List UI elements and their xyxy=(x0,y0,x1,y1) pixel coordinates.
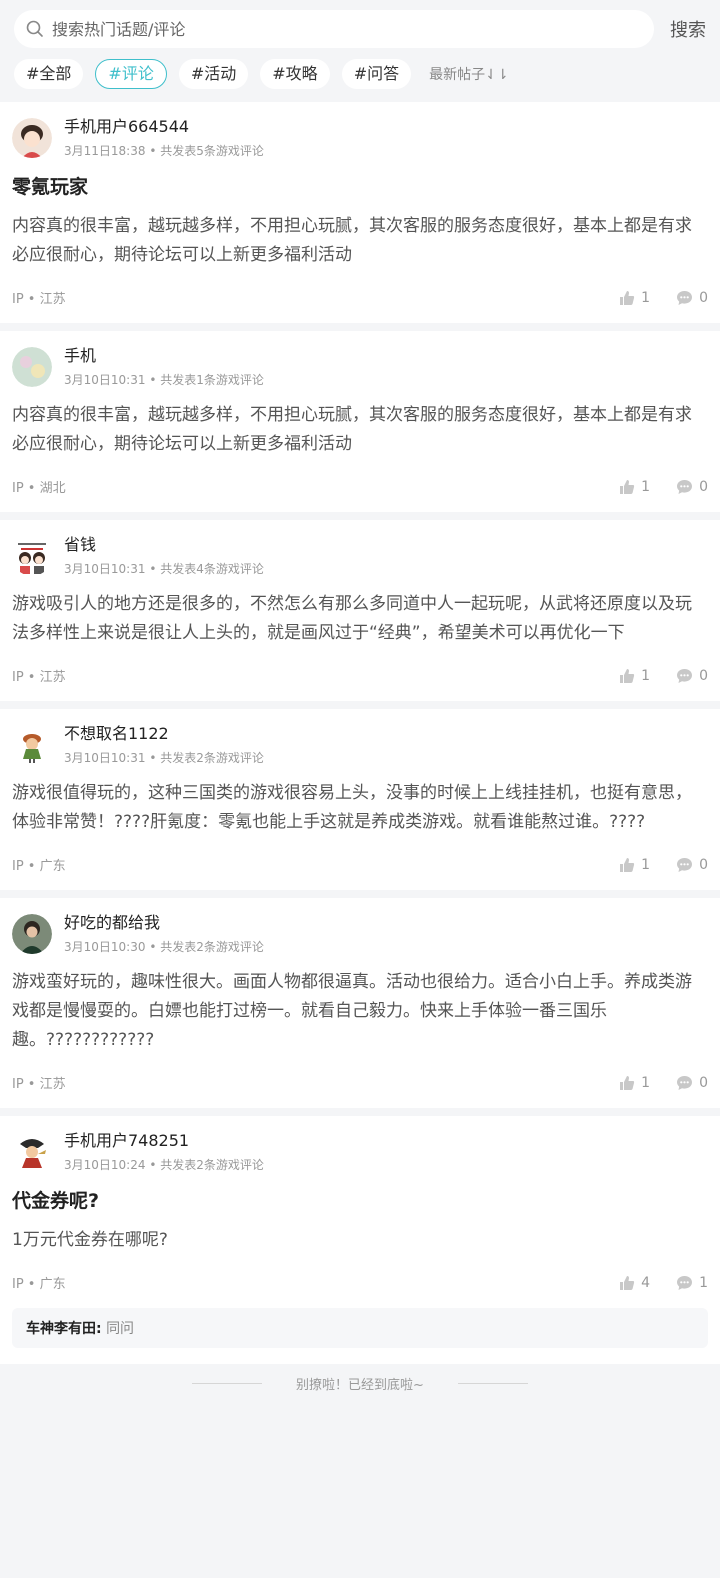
avatar[interactable] xyxy=(12,347,52,387)
like-button[interactable]: 1 xyxy=(619,857,650,873)
like-count: 1 xyxy=(641,667,651,684)
ip-location: IP • 江苏 xyxy=(12,1077,66,1092)
avatar[interactable] xyxy=(12,1132,52,1172)
avatar[interactable] xyxy=(12,536,52,576)
post-meta: 3月10日10:31 • 共发表1条游戏评论 xyxy=(64,373,264,387)
tag-filter-row: #全部 #评论 #活动 #攻略 #问答 最新帖子⇃⇂ xyxy=(14,58,706,102)
post-meta: 3月10日10:31 • 共发表2条游戏评论 xyxy=(64,751,264,765)
comment-bubble-icon xyxy=(677,857,693,872)
like-button[interactable]: 4 xyxy=(619,1275,650,1291)
post-meta: 3月10日10:24 • 共发表2条游戏评论 xyxy=(64,1158,264,1172)
comment-count: 0 xyxy=(699,667,708,684)
post-card[interactable]: 好吃的都给我 3月10日10:30 • 共发表2条游戏评论 游戏蛮好玩的，趣味性… xyxy=(0,898,720,1108)
post-card[interactable]: 手机用户748251 3月10日10:24 • 共发表2条游戏评论 代金券呢? … xyxy=(0,1116,720,1364)
comment-button[interactable]: 0 xyxy=(676,1075,708,1091)
comment-count: 1 xyxy=(699,1274,708,1291)
end-of-list: 别撩啦！已经到底啦~ xyxy=(0,1374,720,1393)
ip-location: IP • 广东 xyxy=(12,1277,66,1292)
username[interactable]: 不想取名1122 xyxy=(64,723,264,745)
post-card[interactable]: 省钱 3月10日10:31 • 共发表4条游戏评论 游戏吸引人的地方还是很多的，… xyxy=(0,520,720,701)
avatar[interactable] xyxy=(12,725,52,765)
username[interactable]: 手机用户664544 xyxy=(64,116,264,138)
comment-button[interactable]: 0 xyxy=(676,857,708,873)
avatar[interactable] xyxy=(12,118,52,158)
like-button[interactable]: 1 xyxy=(619,668,650,684)
username[interactable]: 省钱 xyxy=(64,534,264,556)
tag-activity[interactable]: #活动 xyxy=(178,59,249,89)
search-row: 搜索 xyxy=(14,10,706,48)
thumbs-up-icon xyxy=(620,479,635,494)
end-text: 别撩啦！已经到底啦~ xyxy=(296,1378,424,1393)
reply-text: 同问 xyxy=(106,1321,135,1337)
comment-button[interactable]: 0 xyxy=(676,668,708,684)
thumbs-up-icon xyxy=(620,290,635,305)
avatar[interactable] xyxy=(12,914,52,954)
post-body: 游戏蛮好玩的，趣味性很大。画面人物都很逼真。活动也很给力。适合小白上手。养成类游… xyxy=(12,972,692,1050)
tag-all[interactable]: #全部 xyxy=(14,59,84,89)
tag-qa[interactable]: #问答 xyxy=(341,59,412,89)
post-card[interactable]: 手机用户664544 3月11日18:38 • 共发表5条游戏评论 零氪玩家 内… xyxy=(0,102,720,323)
like-button[interactable]: 1 xyxy=(619,479,650,495)
comment-bubble-icon xyxy=(677,290,693,305)
comment-button[interactable]: 1 xyxy=(676,1275,708,1291)
comment-count: 0 xyxy=(699,289,708,306)
like-button[interactable]: 1 xyxy=(619,1075,650,1091)
post-meta: 3月10日10:31 • 共发表4条游戏评论 xyxy=(64,562,264,576)
comment-count: 0 xyxy=(699,1074,708,1091)
thumbs-up-icon xyxy=(620,1275,635,1290)
like-count: 4 xyxy=(641,1274,651,1291)
sort-latest-button[interactable]: 最新帖子⇃⇂ xyxy=(429,64,508,84)
thumbs-up-icon xyxy=(620,668,635,683)
search-button[interactable]: 搜索 xyxy=(654,16,706,42)
search-icon xyxy=(26,20,43,37)
post-body: 内容真的很丰富，越玩越多样，不用担心玩腻，其次客服的服务态度很好，基本上都是有求… xyxy=(12,216,692,265)
post-card[interactable]: 手机 3月10日10:31 • 共发表1条游戏评论 内容真的很丰富，越玩越多样，… xyxy=(0,331,720,512)
divider-line xyxy=(457,1383,528,1384)
post-body: 内容真的很丰富，越玩越多样，不用担心玩腻，其次客服的服务态度很好，基本上都是有求… xyxy=(12,405,692,454)
tag-guide[interactable]: #攻略 xyxy=(260,59,330,89)
comment-button[interactable]: 0 xyxy=(676,479,708,495)
thumbs-up-icon xyxy=(620,857,635,872)
post-card[interactable]: 不想取名1122 3月10日10:31 • 共发表2条游戏评论 游戏很值得玩的，… xyxy=(0,709,720,890)
like-button[interactable]: 1 xyxy=(619,290,650,306)
post-meta: 3月11日18:38 • 共发表5条游戏评论 xyxy=(64,144,264,158)
username[interactable]: 手机 xyxy=(64,345,264,367)
tag-review[interactable]: #评论 xyxy=(95,59,167,89)
ip-location: IP • 湖北 xyxy=(12,481,66,496)
comment-count: 0 xyxy=(699,478,708,495)
post-title: 代金券呢? xyxy=(12,1190,100,1212)
username[interactable]: 好吃的都给我 xyxy=(64,912,264,934)
search-input[interactable] xyxy=(50,18,642,40)
ip-location: IP • 江苏 xyxy=(12,670,66,685)
like-count: 1 xyxy=(641,856,651,873)
reply-preview[interactable]: 车神李有田: 同问 xyxy=(12,1308,708,1348)
ip-location: IP • 江苏 xyxy=(12,292,66,307)
like-count: 1 xyxy=(641,289,651,306)
like-count: 1 xyxy=(641,478,651,495)
comment-bubble-icon xyxy=(677,1075,693,1090)
post-body: 1万元代金券在哪呢? xyxy=(12,1230,168,1250)
divider-line xyxy=(192,1383,263,1384)
reply-author: 车神李有田: xyxy=(26,1321,102,1337)
comment-bubble-icon xyxy=(677,668,693,683)
post-body: 游戏很值得玩的，这种三国类的游戏很容易上头，没事的时候上上线挂挂机，也挺有意思，… xyxy=(12,783,692,832)
post-meta: 3月10日10:30 • 共发表2条游戏评论 xyxy=(64,940,264,954)
search-box[interactable] xyxy=(14,10,654,48)
comment-bubble-icon xyxy=(677,1275,693,1290)
comment-button[interactable]: 0 xyxy=(676,290,708,306)
comment-bubble-icon xyxy=(677,479,693,494)
username[interactable]: 手机用户748251 xyxy=(64,1130,264,1152)
like-count: 1 xyxy=(641,1074,651,1091)
post-title: 零氪玩家 xyxy=(12,176,89,198)
ip-location: IP • 广东 xyxy=(12,859,66,874)
post-body: 游戏吸引人的地方还是很多的，不然怎么有那么多同道中人一起玩呢，从武将还原度以及玩… xyxy=(12,594,692,643)
top-bar: 搜索 #全部 #评论 #活动 #攻略 #问答 最新帖子⇃⇂ xyxy=(0,0,720,102)
thumbs-up-icon xyxy=(620,1075,635,1090)
comment-count: 0 xyxy=(699,856,708,873)
